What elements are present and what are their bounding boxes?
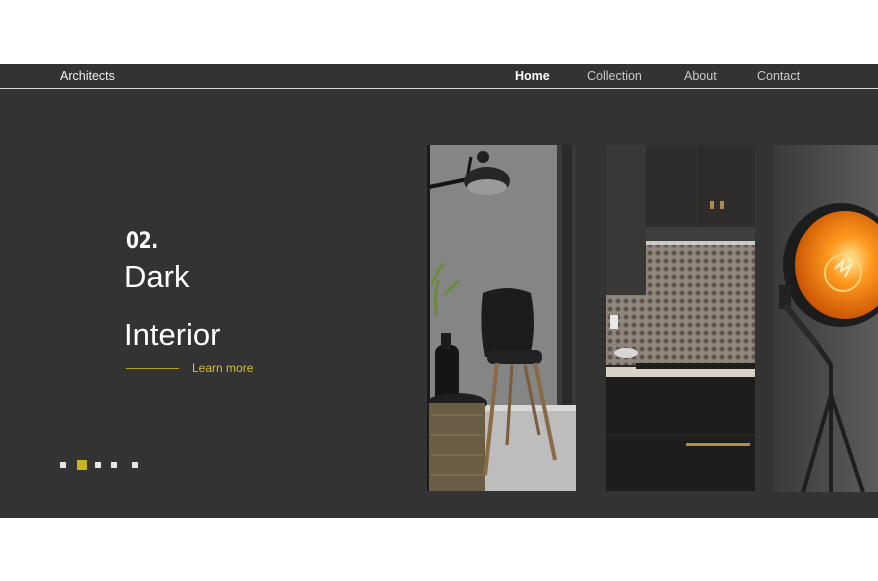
nav-links: Home Collection About Contact <box>0 69 878 85</box>
learn-more-link[interactable]: Learn more <box>192 361 253 375</box>
slider-dot-4[interactable] <box>111 462 117 468</box>
nav-link-collection[interactable]: Collection <box>587 69 642 83</box>
slider-pagination <box>60 460 150 472</box>
kitchen-photo[interactable] <box>606 145 755 491</box>
learn-more-divider <box>126 368 179 369</box>
nav-link-home[interactable]: Home <box>515 69 550 83</box>
slider-dot-5[interactable] <box>132 462 138 468</box>
slider-dot-1[interactable] <box>60 462 66 468</box>
slider-dot-3[interactable] <box>95 462 101 468</box>
slider-dot-2-active[interactable] <box>77 460 87 470</box>
chair-photo[interactable] <box>427 145 576 491</box>
nav-link-contact[interactable]: Contact <box>757 69 800 83</box>
top-navigation: Architects Home Collection About Contact <box>0 64 878 89</box>
headline-line-1: Dark <box>124 259 190 294</box>
slide-number: 02. <box>126 229 158 254</box>
lamp-photo[interactable] <box>773 145 878 492</box>
headline-line-2: Interior <box>124 317 221 352</box>
nav-link-about[interactable]: About <box>684 69 717 83</box>
hero-section: Architects Home Collection About Contact… <box>0 64 878 518</box>
